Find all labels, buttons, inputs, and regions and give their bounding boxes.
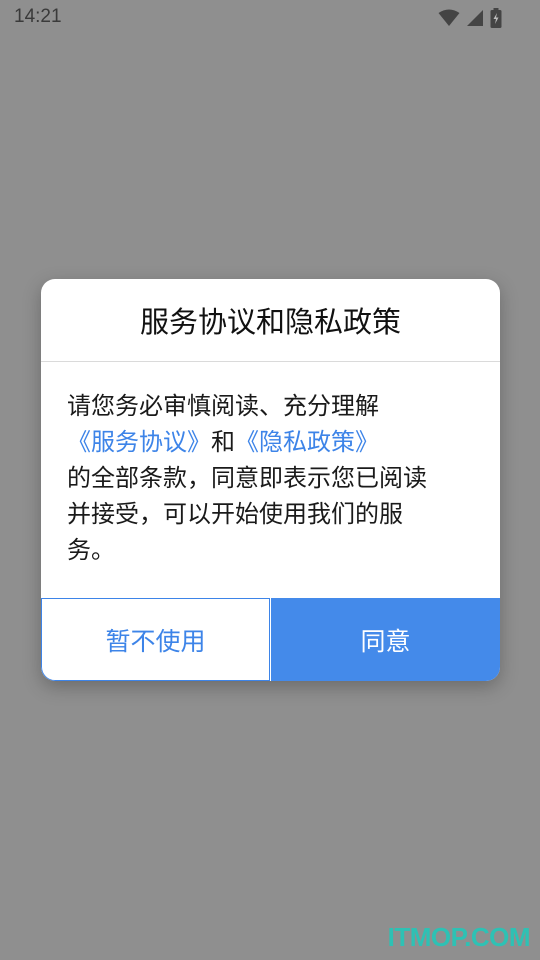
watermark-logo: ITMOP.COM: [387, 922, 531, 952]
wifi-icon: [438, 9, 460, 27]
decline-button[interactable]: 暂不使用: [41, 598, 270, 681]
status-bar: 14:21: [0, 0, 540, 36]
dialog-title: 服务协议和隐私政策: [41, 279, 500, 362]
battery-charging-icon: [490, 8, 502, 28]
agree-button[interactable]: 同意: [271, 598, 500, 681]
body-line-2: 《服务协议》和《隐私政策》: [67, 424, 476, 460]
dialog-buttons: 暂不使用 同意: [41, 598, 500, 681]
body-line-1: 请您务必审慎阅读、充分理解: [67, 392, 379, 420]
privacy-policy-link[interactable]: 《隐私政策》: [235, 428, 379, 456]
body-line-5: 务。: [67, 536, 115, 564]
body-line-3: 的全部条款，同意即表示您已阅读: [67, 464, 427, 492]
agreement-dialog: 服务协议和隐私政策 请您务必审慎阅读、充分理解 《服务协议》和《隐私政策》 的全…: [41, 279, 500, 681]
status-icons: [438, 7, 502, 29]
cell-signal-icon: [466, 9, 484, 27]
body-line-4: 并接受，可以开始使用我们的服: [67, 500, 403, 528]
status-time: 14:21: [14, 6, 62, 27]
service-agreement-link[interactable]: 《服务协议》: [67, 428, 211, 456]
dialog-body: 请您务必审慎阅读、充分理解 《服务协议》和《隐私政策》 的全部条款，同意即表示您…: [41, 362, 500, 598]
body-conjunction: 和: [211, 428, 235, 456]
